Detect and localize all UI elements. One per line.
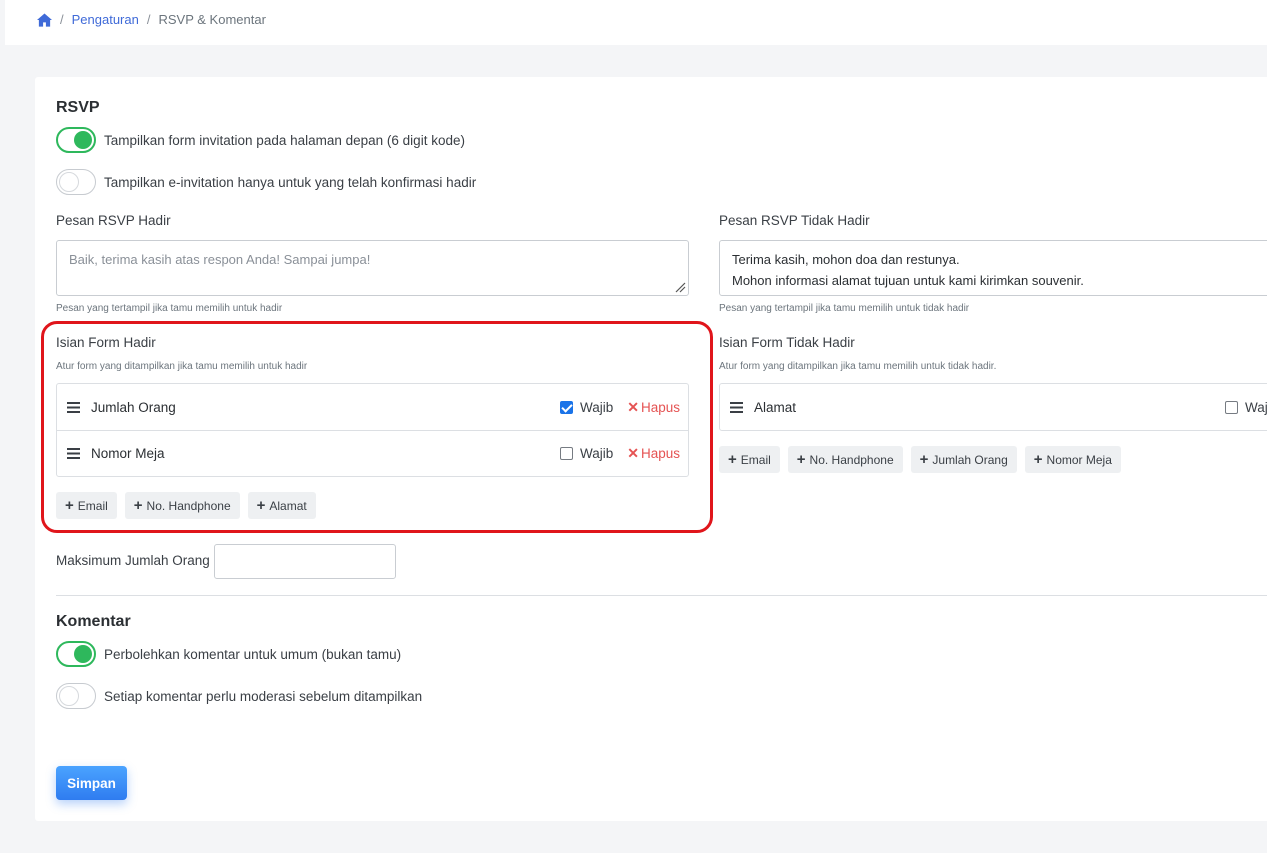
msg-not-attend-line-1: Terima kasih, mohon doa dan restunya. — [732, 252, 960, 267]
rsvp-title: RSVP — [56, 99, 100, 116]
toggle-knob — [59, 686, 79, 706]
toggle-knob — [74, 645, 92, 663]
required-checkbox-group[interactable]: Waj — [1225, 400, 1267, 415]
toggle-public-comments[interactable] — [56, 641, 96, 667]
toggle-public-comments-label: Perbolehkan komentar untuk umum (bukan t… — [104, 646, 402, 662]
plus-icon: + — [728, 451, 737, 468]
add-table-number-button[interactable]: + Nomor Meja — [1024, 446, 1121, 473]
max-people-label: Maksimum Jumlah Orang — [56, 553, 210, 568]
msg-not-attend-help: Pesan yang tertampil jika tamu memilih u… — [719, 303, 970, 314]
toggle-knob — [59, 172, 79, 192]
add-email-button[interactable]: + Email — [719, 446, 780, 473]
add-button-label: Nomor Meja — [1046, 452, 1112, 467]
plus-icon: + — [919, 451, 929, 468]
breadcrumb-separator: / — [146, 12, 151, 27]
form-not-attend-field-row: Alamat Waj — [720, 384, 1267, 430]
msg-attend-placeholder: Baik, terima kasih atas respon Anda! Sam… — [69, 252, 371, 267]
section-divider — [56, 595, 1267, 596]
toggle-row-front-form: Tampilkan form invitation pada halaman d… — [56, 127, 465, 153]
plus-icon: + — [1033, 451, 1043, 468]
toggle-knob — [74, 131, 92, 149]
msg-attend-label: Pesan RSVP Hadir — [56, 213, 171, 228]
form-not-attend-field-list: Alamat Waj — [719, 383, 1267, 431]
toggle-confirmed-only-label: Tampilkan e-invitation hanya untuk yang … — [104, 174, 477, 190]
toggle-moderation-label: Setiap komentar perlu moderasi sebelum d… — [104, 688, 423, 704]
required-label: Waj — [1245, 399, 1267, 415]
form-not-attend-add-buttons: + Email + No. Handphone + Jumlah Orang + Nom… — [719, 446, 1121, 473]
breadcrumb-current: RSVP & Komentar — [158, 12, 266, 27]
toggle-row-confirmed-only: Tampilkan e-invitation hanya untuk yang … — [56, 169, 476, 195]
toggle-front-form[interactable] — [56, 127, 96, 153]
msg-attend-help: Pesan yang tertampil jika tamu memilih u… — [56, 303, 283, 314]
comments-title: Komentar — [56, 613, 131, 630]
max-people-input[interactable] — [214, 544, 396, 579]
form-not-attend-help: Atur form yang ditampilkan jika tamu mem… — [719, 361, 997, 372]
add-button-label: Jumlah Orang — [932, 452, 1008, 467]
field-name: Alamat — [754, 399, 797, 415]
drag-handle-icon[interactable] — [730, 401, 743, 413]
home-icon[interactable] — [37, 12, 52, 27]
plus-icon: + — [796, 451, 806, 468]
toggle-row-moderation: Setiap komentar perlu moderasi sebelum d… — [56, 683, 422, 709]
breadcrumb-separator: / — [60, 12, 64, 27]
msg-not-attend-textarea[interactable]: Terima kasih, mohon doa dan restunya. Mo… — [719, 240, 1267, 296]
toggle-moderation[interactable] — [56, 683, 96, 709]
save-button[interactable]: Simpan — [56, 766, 127, 800]
breadcrumb-pengaturan[interactable]: Pengaturan — [72, 12, 139, 27]
toggle-front-form-label: Tampilkan form invitation pada halaman d… — [104, 132, 465, 148]
add-people-count-button[interactable]: + Jumlah Orang — [910, 446, 1017, 473]
add-button-label: No. Handphone — [809, 452, 894, 467]
toggle-confirmed-only[interactable] — [56, 169, 96, 195]
msg-not-attend-line-2: Mohon informasi alamat tujuan untuk kami… — [732, 273, 1084, 288]
form-not-attend-label: Isian Form Tidak Hadir — [719, 335, 855, 350]
toggle-row-public-comments: Perbolehkan komentar untuk umum (bukan t… — [56, 641, 401, 667]
breadcrumb: / Pengaturan / RSVP & Komentar — [37, 12, 266, 27]
required-checkbox[interactable] — [1225, 400, 1238, 414]
msg-attend-textarea[interactable]: Baik, terima kasih atas respon Anda! Sam… — [56, 240, 689, 296]
resize-handle-icon[interactable] — [674, 281, 686, 293]
add-button-label: Email — [740, 452, 771, 467]
msg-not-attend-label: Pesan RSVP Tidak Hadir — [719, 213, 870, 228]
highlight-annotation — [41, 321, 713, 533]
add-phone-button[interactable]: + No. Handphone — [787, 446, 903, 473]
